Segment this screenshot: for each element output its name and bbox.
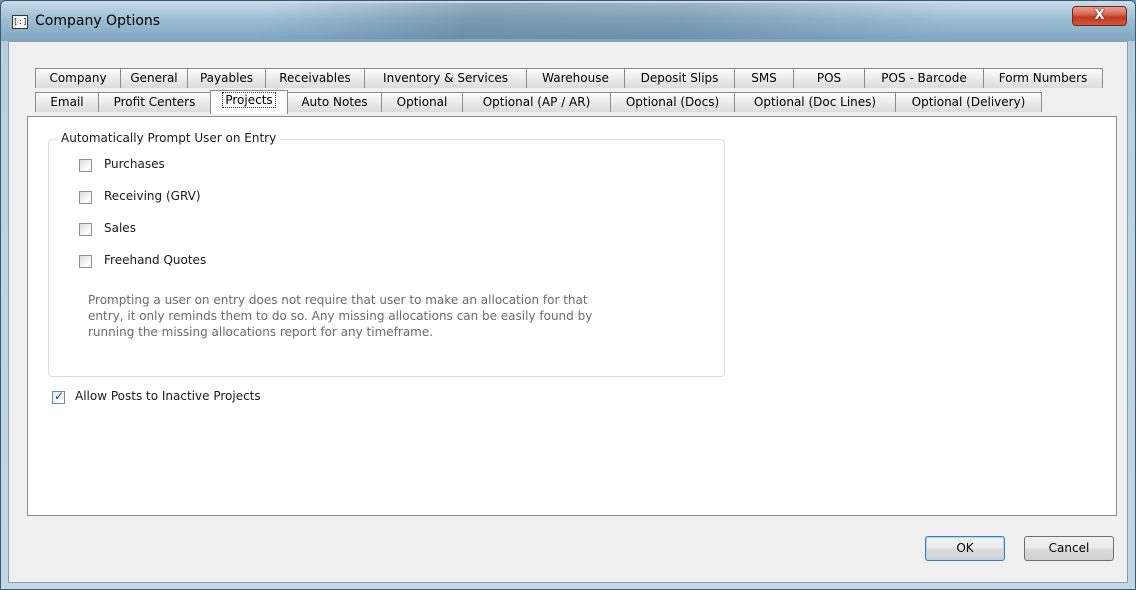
tab-label: General — [130, 71, 178, 85]
receiving-grv-label: Receiving (GRV) — [104, 189, 201, 203]
tab-optional[interactable]: Optional — [381, 92, 463, 112]
title-bar[interactable]: [:] Company Options X — [1, 1, 1135, 41]
sales-checkbox[interactable] — [79, 223, 92, 236]
tab-form-numbers[interactable]: Form Numbers — [983, 68, 1103, 88]
tab-label: Company — [49, 71, 107, 85]
info-line: Prompting a user on entry does not requi… — [88, 293, 588, 307]
tab-company[interactable]: Company — [35, 68, 121, 88]
tab-pos-barcode[interactable]: POS - Barcode — [864, 68, 984, 88]
tab-deposit-slips[interactable]: Deposit Slips — [624, 68, 735, 88]
tab-receivables[interactable]: Receivables — [265, 68, 365, 88]
ok-button[interactable]: OK — [925, 536, 1005, 561]
tab-label: Projects — [222, 92, 276, 108]
tab-label: Warehouse — [542, 71, 609, 85]
close-button[interactable]: X — [1072, 6, 1127, 26]
tab-label: POS — [816, 71, 842, 85]
purchases-checkbox[interactable] — [79, 159, 92, 172]
tab-label: Optional (Docs) — [625, 95, 720, 109]
prompt-info-text: Prompting a user on entry does not requi… — [88, 292, 708, 340]
cancel-button[interactable]: Cancel — [1024, 536, 1114, 561]
tab-label: Profit Centers — [113, 95, 196, 109]
groupbox-title: Automatically Prompt User on Entry — [57, 131, 281, 145]
tab-projects[interactable]: Projects — [210, 90, 288, 114]
receiving-grv-checkbox[interactable] — [79, 191, 92, 204]
tab-label: Optional (Doc Lines) — [753, 95, 877, 109]
tab-email[interactable]: Email — [35, 92, 99, 112]
tab-inventory-services[interactable]: Inventory & Services — [364, 68, 527, 88]
tab-label: Email — [50, 95, 84, 109]
tab-label: Payables — [199, 71, 254, 85]
tab-profit-centers[interactable]: Profit Centers — [98, 92, 211, 112]
tab-optional-delivery[interactable]: Optional (Delivery) — [895, 92, 1042, 112]
tab-general[interactable]: General — [120, 68, 188, 88]
tab-warehouse[interactable]: Warehouse — [526, 68, 625, 88]
tab-pos[interactable]: POS — [793, 68, 865, 88]
tab-label: Optional — [396, 95, 448, 109]
info-line: running the missing allocations report f… — [88, 325, 434, 339]
purchases-label: Purchases — [104, 157, 165, 171]
tab-label: POS - Barcode — [881, 71, 967, 85]
tab-optional-ap-ar[interactable]: Optional (AP / AR) — [462, 92, 611, 112]
info-line: entry, it only reminds them to do so. An… — [88, 309, 593, 323]
tab-payables[interactable]: Payables — [187, 68, 266, 88]
title-bar-decoration — [252, 3, 970, 39]
window-title: Company Options — [35, 13, 161, 29]
tab-optional-docs[interactable]: Optional (Docs) — [610, 92, 735, 112]
allow-inactive-projects-checkbox[interactable] — [52, 389, 65, 404]
tab-label: Optional (AP / AR) — [482, 95, 591, 109]
tab-label: Form Numbers — [998, 71, 1088, 85]
app-icon: [:] — [12, 15, 28, 29]
tab-label: SMS — [751, 71, 777, 85]
freehand-quotes-checkbox[interactable] — [79, 255, 92, 268]
sales-label: Sales — [104, 221, 136, 235]
tab-label: Optional (Delivery) — [911, 95, 1026, 109]
tab-optional-doc-lines[interactable]: Optional (Doc Lines) — [734, 92, 896, 112]
tab-label: Receivables — [279, 71, 351, 85]
tab-sms[interactable]: SMS — [734, 68, 794, 88]
tab-label: Inventory & Services — [383, 71, 508, 85]
allow-inactive-projects-label: Allow Posts to Inactive Projects — [75, 389, 261, 403]
tab-auto-notes[interactable]: Auto Notes — [287, 92, 382, 112]
tab-label: Auto Notes — [301, 95, 368, 109]
freehand-quotes-label: Freehand Quotes — [104, 253, 207, 267]
tab-label: Deposit Slips — [640, 71, 719, 85]
